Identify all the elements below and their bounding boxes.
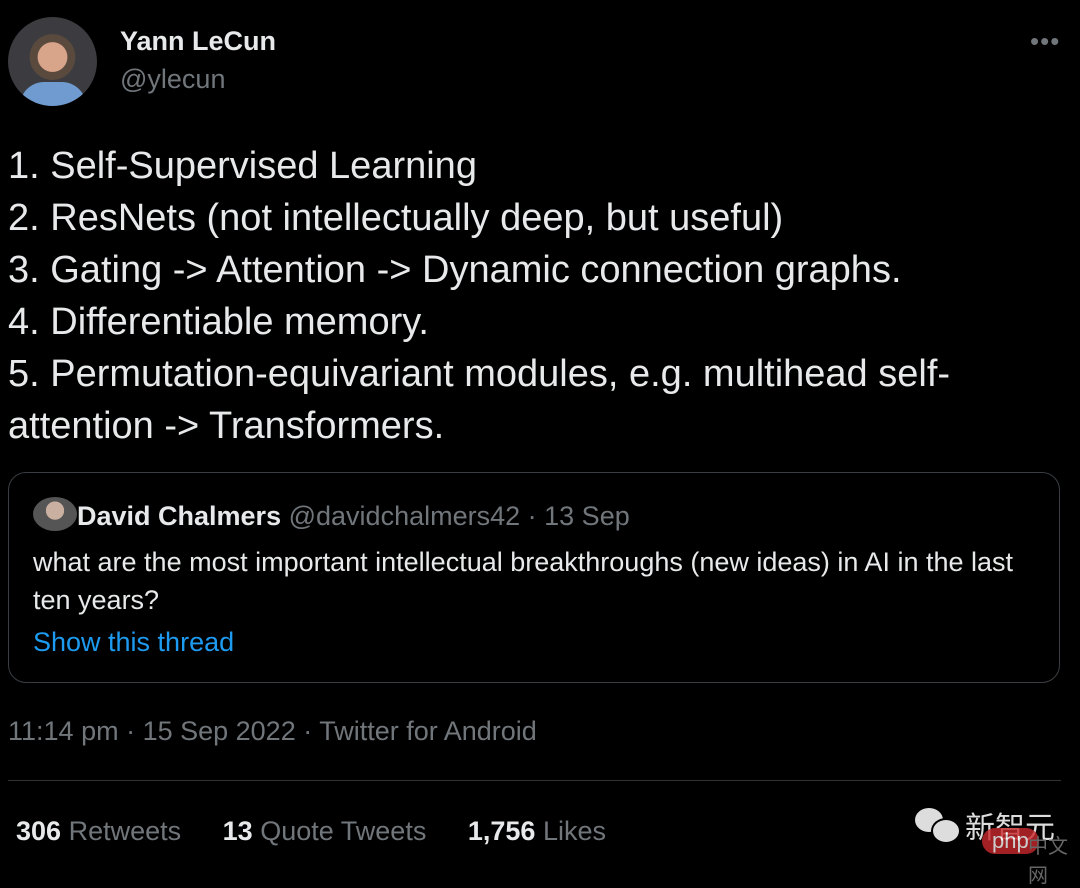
quoted-text: what are the most important intellectual…	[33, 547, 1014, 615]
php-cn-watermark: 中文网	[1028, 836, 1068, 887]
tweet-stats: 306 Retweets 13 Quote Tweets 1,756 Likes	[16, 816, 640, 847]
quoted-handle: @davidchalmers42	[288, 501, 521, 531]
quoted-tweet[interactable]: David Chalmers @davidchalmers42 · 13 Sep…	[8, 472, 1060, 683]
quoted-name: David Chalmers	[77, 501, 282, 531]
quoted-date: · 13 Sep	[527, 501, 630, 531]
quote-tweets-stat[interactable]: 13 Quote Tweets	[223, 816, 427, 846]
quoted-avatar	[33, 497, 77, 531]
show-thread-link[interactable]: Show this thread	[33, 627, 234, 658]
author-name[interactable]: Yann LeCun	[120, 26, 276, 57]
quoted-header: David Chalmers @davidchalmers42 · 13 Sep	[77, 501, 630, 532]
tweet-text: 1. Self-Supervised Learning 2. ResNets (…	[8, 140, 1068, 452]
wechat-icon	[915, 808, 961, 844]
tweet-line: 2. ResNets (not intellectually deep, but…	[8, 197, 784, 239]
author-avatar[interactable]	[8, 17, 97, 106]
more-options-icon[interactable]: •••	[1030, 26, 1060, 57]
tweet-line: 5. Permutation-equivariant modules, e.g.…	[8, 353, 951, 447]
retweets-stat[interactable]: 306 Retweets	[16, 816, 181, 846]
author-handle[interactable]: @ylecun	[120, 64, 225, 95]
tweet-line: 4. Differentiable memory.	[8, 301, 429, 343]
tweet-line: 1. Self-Supervised Learning	[8, 145, 477, 187]
tweet-timestamp: 11:14 pm · 15 Sep 2022 · Twitter for And…	[8, 716, 537, 746]
divider	[8, 780, 1061, 781]
tweet-line: 3. Gating -> Attention -> Dynamic connec…	[8, 249, 902, 291]
likes-stat[interactable]: 1,756 Likes	[468, 816, 606, 846]
